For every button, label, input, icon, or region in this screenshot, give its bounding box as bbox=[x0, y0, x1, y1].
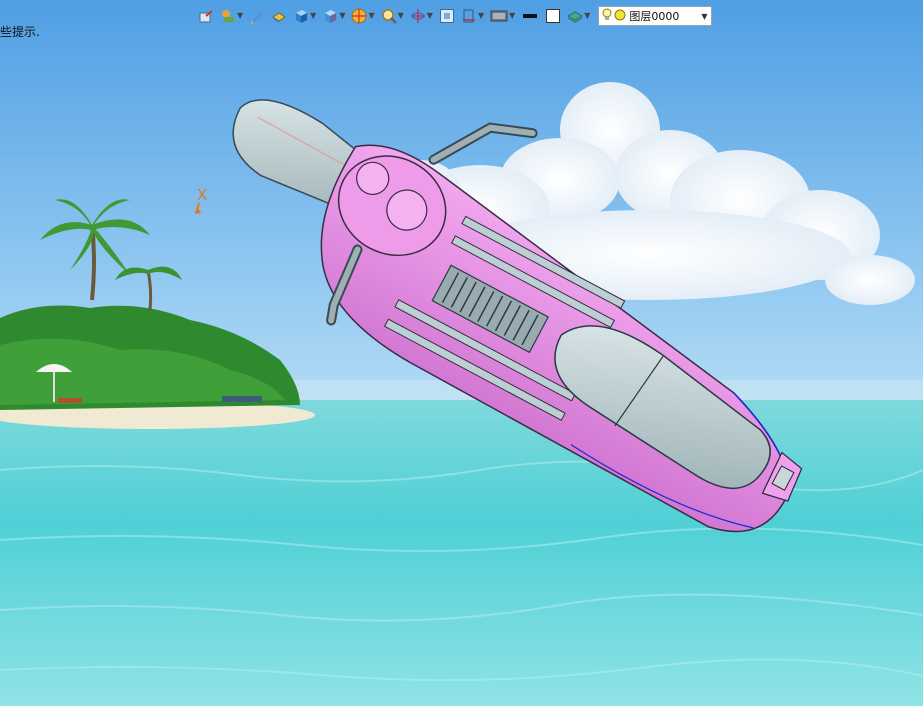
measure-tool-button[interactable]: ▼ bbox=[218, 5, 245, 27]
pencil-icon bbox=[249, 8, 265, 24]
rotate-axis-icon bbox=[410, 8, 426, 24]
line-weight-tool-button[interactable] bbox=[519, 5, 541, 27]
section-icon bbox=[461, 8, 477, 24]
measure-icon bbox=[220, 8, 236, 24]
surface-tool-button[interactable] bbox=[269, 5, 289, 27]
view-cube-tool-button[interactable]: ▼ bbox=[320, 5, 347, 27]
chevron-down-icon[interactable]: ▼ bbox=[310, 12, 316, 20]
color-square-tool-button[interactable] bbox=[543, 5, 563, 27]
layer-status-dot-icon bbox=[614, 9, 626, 24]
toolbar: ▼ ▼ ▼ ▼ ▼ ▼ ▼ ▼ ▼ 图层0000 ▼ bbox=[196, 4, 713, 28]
layer-name: 图层0000 bbox=[629, 10, 680, 23]
axis-x-label: X bbox=[197, 186, 208, 204]
chevron-down-icon[interactable]: ▼ bbox=[509, 12, 515, 20]
layer-stack-icon bbox=[567, 8, 584, 24]
fit-view-icon bbox=[439, 8, 455, 24]
color-square-icon bbox=[545, 8, 561, 24]
display-mode-icon bbox=[490, 8, 508, 24]
undo-icon bbox=[198, 8, 214, 24]
chevron-down-icon[interactable]: ▼ bbox=[584, 12, 590, 20]
zoom-tool-button[interactable]: ▼ bbox=[379, 5, 406, 27]
status-hint: 些提示. bbox=[0, 25, 40, 39]
chevron-down-icon[interactable]: ▼ bbox=[427, 12, 433, 20]
chevron-down-icon[interactable]: ▼ bbox=[398, 12, 404, 20]
fit-view-tool-button[interactable] bbox=[437, 5, 457, 27]
line-weight-icon bbox=[521, 8, 539, 24]
layer-select[interactable]: 图层0000 ▼ bbox=[598, 6, 713, 26]
3d-viewport[interactable] bbox=[0, 0, 923, 706]
view-cube-icon bbox=[322, 8, 338, 24]
display-mode-tool-button[interactable]: ▼ bbox=[488, 5, 517, 27]
chevron-down-icon[interactable]: ▼ bbox=[237, 12, 243, 20]
render-sphere-icon bbox=[351, 8, 367, 24]
undo-tool-button[interactable] bbox=[196, 5, 216, 27]
section-tool-button[interactable]: ▼ bbox=[459, 5, 486, 27]
lightbulb-icon bbox=[602, 8, 612, 25]
zoom-icon bbox=[381, 8, 397, 24]
chevron-down-icon[interactable]: ▼ bbox=[478, 12, 484, 20]
surface-icon bbox=[271, 8, 287, 24]
solid-box-tool-button[interactable]: ▼ bbox=[291, 5, 318, 27]
chevron-down-icon[interactable]: ▼ bbox=[697, 12, 711, 21]
rotate-axis-tool-button[interactable]: ▼ bbox=[408, 5, 435, 27]
pencil-tool-button[interactable] bbox=[247, 5, 267, 27]
chevron-down-icon[interactable]: ▼ bbox=[368, 12, 374, 20]
chevron-down-icon[interactable]: ▼ bbox=[339, 12, 345, 20]
render-sphere-tool-button[interactable]: ▼ bbox=[349, 5, 376, 27]
layer-stack-tool-button[interactable]: ▼ bbox=[565, 5, 592, 27]
solid-box-icon bbox=[293, 8, 309, 24]
